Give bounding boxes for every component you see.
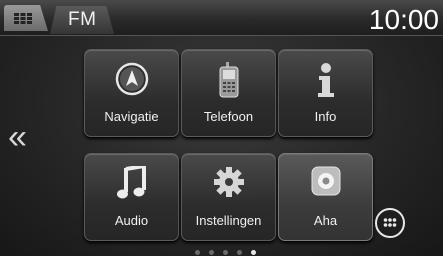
grid-icon (14, 13, 32, 24)
menu-grid-icon (383, 218, 397, 227)
page-indicator (185, 248, 265, 256)
phone-icon (219, 62, 238, 98)
page-dot (195, 250, 200, 255)
app-tile-aha[interactable]: Aha (278, 153, 373, 241)
page-dot (237, 250, 242, 255)
home-tab[interactable] (4, 5, 48, 31)
page-dot (223, 250, 228, 255)
app-tile-info[interactable]: Info (278, 49, 373, 137)
source-label[interactable]: FM (68, 9, 96, 31)
app-label: Aha (313, 213, 338, 228)
app-label: Instellingen (195, 213, 262, 228)
navigation-icon (115, 62, 148, 96)
gear-icon (213, 167, 244, 197)
app-label: Navigatie (104, 109, 159, 124)
app-label: Info (314, 109, 337, 124)
clock: 10:00 (368, 4, 439, 35)
info-icon (317, 63, 334, 97)
previous-page-button[interactable]: « (8, 120, 27, 154)
music-note-icon (116, 166, 146, 199)
screen: FM 10:00 Navigatie Telefoon Info Audio I… (0, 0, 443, 256)
app-tile-audio[interactable]: Audio (84, 153, 179, 241)
app-tile-telefoon[interactable]: Telefoon (181, 49, 276, 137)
menu-button[interactable] (375, 208, 405, 238)
top-bar: FM 10:00 (0, 0, 443, 36)
aha-icon (311, 166, 340, 196)
app-tile-navigatie[interactable]: Navigatie (84, 49, 179, 137)
app-label: Telefoon (203, 109, 254, 124)
app-label: Audio (114, 213, 149, 228)
page-dot (251, 250, 256, 255)
app-tile-instellingen[interactable]: Instellingen (181, 153, 276, 241)
page-dot (209, 250, 214, 255)
